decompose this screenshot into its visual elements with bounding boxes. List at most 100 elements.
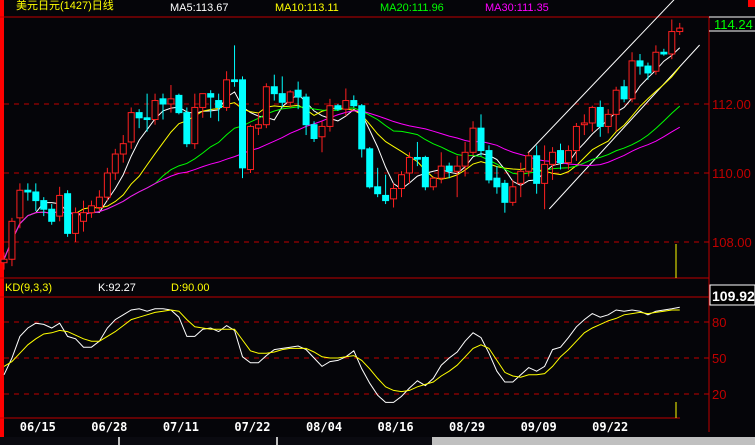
candle-body-down — [183, 112, 191, 145]
candle-body-down — [40, 200, 48, 210]
candle-body-down — [135, 112, 143, 119]
date-tick-label: 06/28 — [91, 420, 127, 434]
candle — [644, 62, 652, 80]
candle — [580, 114, 588, 136]
date-tick-label: 09/09 — [521, 420, 557, 434]
candle — [564, 145, 572, 170]
candle — [151, 93, 159, 125]
candle-body-up — [127, 112, 135, 143]
candle-body-down — [294, 89, 302, 98]
candle — [56, 186, 64, 222]
kd-tick-label: 20 — [712, 387, 726, 402]
kline-chart[interactable]: 美元日元(1427)日线 MA5:113.67 MA10:113.11 MA20… — [0, 0, 755, 445]
candle-body-down — [310, 124, 318, 139]
candle-body-down — [620, 86, 628, 100]
candle-body-down — [175, 94, 183, 114]
candle — [318, 121, 326, 153]
date-tick-label: 06/15 — [20, 420, 56, 434]
candle — [557, 143, 564, 170]
candle-body-down — [445, 165, 453, 172]
candle-body-down — [382, 194, 390, 202]
candle — [270, 74, 278, 101]
candle-body-down — [596, 106, 604, 127]
candle-body-up — [318, 125, 326, 138]
candle-body-up — [628, 60, 636, 100]
channel-upper-line — [527, 0, 675, 154]
candle — [405, 152, 413, 184]
candle — [278, 76, 286, 108]
candle-body-up — [191, 106, 199, 145]
candle-body-down — [366, 148, 374, 188]
candle — [32, 183, 40, 211]
current-price-label: 114.24 — [714, 17, 753, 32]
candle-body-down — [24, 189, 32, 193]
candle-body-up — [564, 150, 572, 164]
candle — [668, 19, 676, 60]
date-tick-label: 08/29 — [449, 420, 485, 434]
chart-title: 美元日元(1427)日线 — [16, 0, 114, 12]
candle — [199, 93, 207, 118]
candle-body-up — [95, 196, 103, 208]
date-axis: 06/15 06/28 07/11 07/22 08/04 08/16 08/29 09/09… — [20, 420, 629, 434]
candle — [239, 76, 246, 179]
candle — [310, 121, 318, 142]
candle-body-up — [588, 106, 596, 124]
candle — [223, 71, 231, 111]
candle — [286, 90, 294, 108]
candle-body-up — [119, 143, 127, 155]
candle-body-up — [549, 151, 557, 165]
candle-body-down — [207, 93, 215, 98]
candle-body-up — [572, 125, 580, 152]
candle — [175, 93, 183, 115]
candle-body-up — [429, 177, 437, 188]
candle-body-up — [676, 27, 684, 33]
candle-body-up — [453, 165, 461, 172]
candle-body-down — [143, 117, 151, 121]
candle-body-up — [103, 172, 111, 198]
candle — [398, 171, 405, 198]
candle — [429, 176, 437, 191]
grid: 108.00 110.00 112.00 20 50 80 — [4, 97, 752, 402]
candle-body-down — [660, 51, 668, 55]
candle-body-up — [0, 258, 8, 264]
candle — [382, 174, 390, 205]
corner-marker — [748, 0, 755, 7]
candle-body-up — [246, 125, 254, 171]
candle — [262, 83, 270, 129]
candle-body-up — [72, 212, 80, 234]
candle — [374, 167, 382, 198]
candle — [477, 114, 485, 156]
candle — [358, 104, 366, 158]
kd-tick-label: 50 — [712, 351, 726, 366]
candle-body-up — [8, 220, 16, 260]
candle — [8, 217, 16, 267]
candle-body-up — [525, 155, 533, 172]
candle-body-down — [533, 155, 541, 184]
kd-label: KD(9,3,3) — [5, 282, 52, 294]
candle — [549, 147, 557, 180]
candle — [127, 107, 135, 149]
candle — [246, 124, 254, 173]
candle — [80, 200, 87, 232]
candle — [636, 53, 644, 75]
candles — [0, 19, 684, 270]
moving-averages — [3, 47, 681, 260]
candle — [215, 93, 223, 122]
status-panel — [432, 437, 755, 445]
candle-body-down — [644, 65, 652, 74]
candle-body-up — [80, 212, 87, 222]
candle-body-up — [652, 51, 660, 72]
candle — [48, 204, 56, 225]
candle — [95, 190, 103, 211]
candle-body-up — [461, 151, 469, 167]
candle — [87, 200, 95, 218]
candle-body-down — [239, 79, 246, 169]
candle — [485, 145, 493, 184]
candle — [533, 145, 541, 194]
candle — [135, 109, 143, 129]
candle-body-down — [302, 96, 310, 126]
ma10-label: MA10:113.11 — [275, 2, 339, 14]
k-value: K:92.27 — [98, 282, 136, 294]
candle — [302, 93, 310, 136]
candle — [390, 183, 398, 208]
